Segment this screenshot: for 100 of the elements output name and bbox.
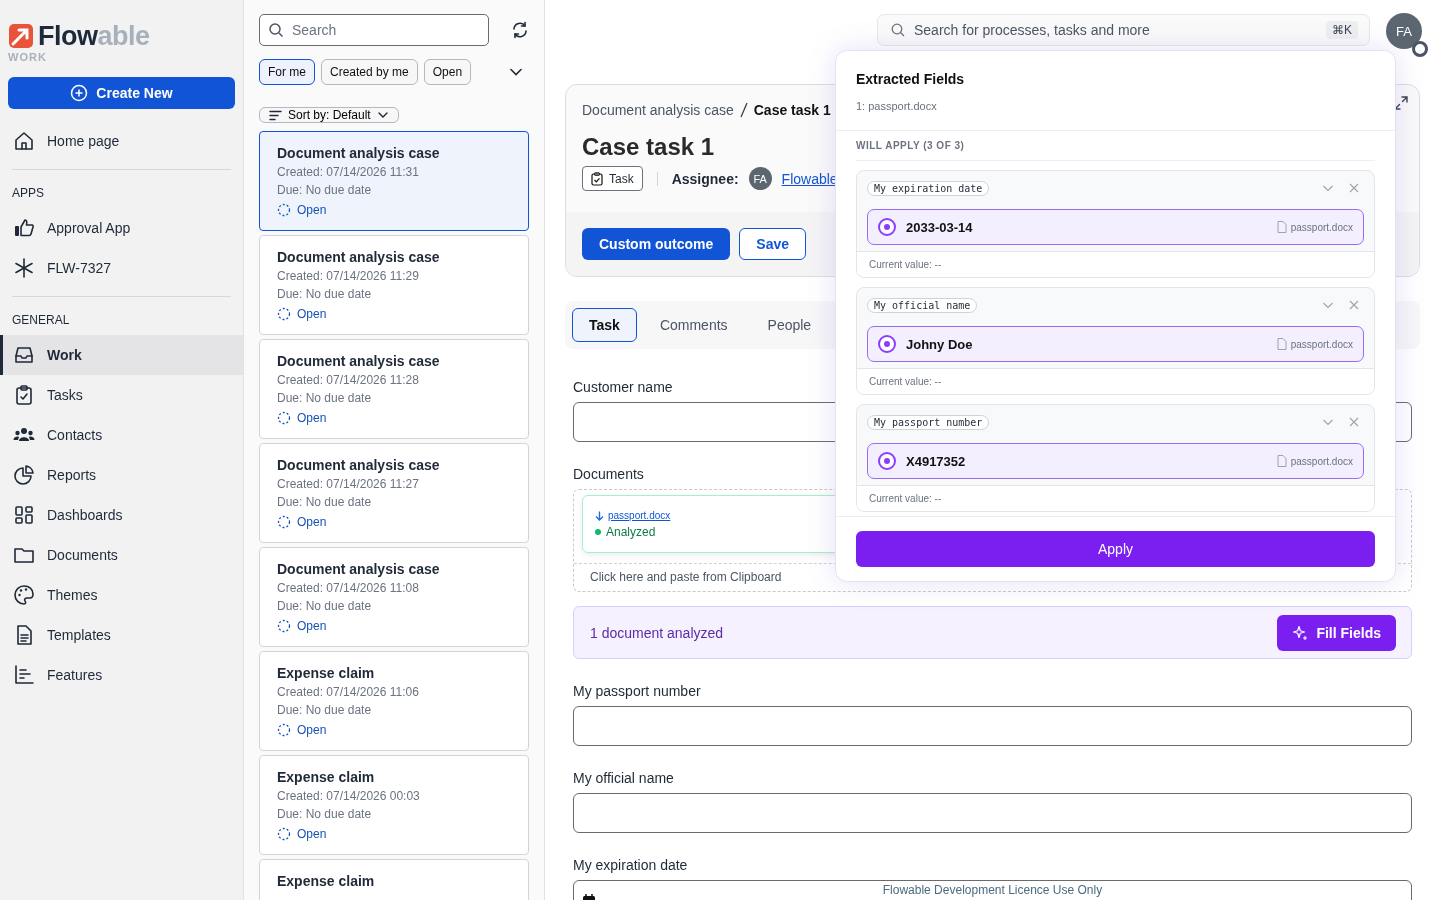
- case-title: Document analysis case: [277, 561, 441, 577]
- dashed-circle-icon: [277, 307, 291, 321]
- refresh-icon[interactable]: [511, 21, 529, 39]
- case-card[interactable]: Expense claim Created: 07/14/2026 11:06 Due: No due date Open: [259, 651, 529, 751]
- create-new-button[interactable]: Create New: [8, 77, 235, 109]
- user-avatar[interactable]: FA: [1386, 13, 1422, 49]
- sort-button[interactable]: Sort by: Default: [259, 107, 399, 123]
- case-card[interactable]: Document analysis case Created: 07/14/2026 11:28 Due: No due date Open: [259, 339, 529, 439]
- source-file: passport.docx: [1290, 221, 1353, 233]
- tab[interactable]: Comments: [642, 308, 745, 342]
- tab[interactable]: People: [750, 308, 829, 342]
- inbox-icon: [13, 344, 35, 366]
- apply-button[interactable]: Apply: [856, 531, 1375, 567]
- clipboard-icon: [13, 384, 35, 406]
- case-title: Expense claim: [277, 873, 376, 889]
- sidebar-item[interactable]: Tasks: [0, 375, 243, 415]
- current-value: Current value: --: [857, 485, 1374, 511]
- field-label: My passport number: [573, 683, 701, 699]
- sparkle-icon: [1292, 624, 1309, 641]
- presence-ring-icon: [1412, 41, 1428, 57]
- analysis-status: Analyzed: [606, 525, 656, 539]
- sidebar-item[interactable]: Themes: [0, 575, 243, 615]
- panel-title: Extracted Fields: [856, 71, 966, 87]
- input-field[interactable]: [573, 793, 1412, 833]
- field-name-tag: My official name: [867, 297, 978, 313]
- field-label: My expiration date: [573, 857, 688, 873]
- save-button[interactable]: Save: [739, 228, 807, 260]
- extracted-value-option[interactable]: X4917352 passport.docx: [867, 443, 1364, 479]
- sidebar-item[interactable]: Home page: [0, 121, 243, 161]
- sidebar-item[interactable]: Approval App: [0, 208, 243, 248]
- sidebar-item[interactable]: Work: [0, 335, 243, 375]
- case-title: Document analysis case: [277, 249, 441, 265]
- sidebar-item[interactable]: Templates: [0, 615, 243, 655]
- created-date: Created: 07/14/2026 11:29: [277, 269, 420, 283]
- slash-icon: [739, 102, 748, 118]
- extracted-value: Johny Doe: [906, 336, 973, 352]
- assignee-link[interactable]: Flowable: [781, 170, 838, 187]
- extracted-value-option[interactable]: 2033-03-14 passport.docx: [867, 209, 1364, 245]
- search-field[interactable]: Search: [259, 14, 489, 46]
- created-date: Created: 07/14/2026 11:27: [277, 477, 420, 491]
- download-icon: [595, 510, 604, 521]
- filter-chip[interactable]: Created by me: [321, 59, 418, 85]
- file-link[interactable]: passport.docx: [595, 510, 671, 521]
- dashed-circle-icon: [277, 723, 291, 737]
- section-heading: WILL APPLY (3 OF 3): [856, 131, 1375, 161]
- case-card[interactable]: Document analysis case Created: 07/14/2026 11:27 Due: No due date Open: [259, 443, 529, 543]
- input-field[interactable]: [573, 706, 1412, 746]
- search-icon: [891, 23, 905, 37]
- field-label: Customer name: [573, 379, 673, 395]
- filter-chip[interactable]: For me: [259, 59, 315, 85]
- radio-button[interactable]: [878, 335, 896, 353]
- breadcrumb-link[interactable]: Document analysis case: [582, 102, 734, 118]
- dashed-circle-icon: [277, 411, 291, 425]
- due-date: Due: No due date: [277, 287, 373, 301]
- created-date: Created: 07/14/2026 11:06: [277, 685, 420, 699]
- extracted-value-option[interactable]: Johny Doe passport.docx: [867, 326, 1364, 362]
- due-date: Due: No due date: [277, 599, 373, 613]
- filter-chip[interactable]: Open: [423, 59, 472, 85]
- fill-fields-button[interactable]: Fill Fields: [1277, 614, 1396, 651]
- status-label: Open: [297, 307, 327, 321]
- current-value: Current value: --: [857, 251, 1374, 277]
- tab[interactable]: Task: [572, 308, 637, 342]
- case-card[interactable]: Expense claim Created: 07/14/2026 00:03 Due: No due date Open: [259, 755, 529, 855]
- current-value: Current value: --: [857, 368, 1374, 394]
- sidebar-item[interactable]: Reports: [0, 455, 243, 495]
- asterisk-icon: [13, 257, 35, 279]
- sidebar-item[interactable]: Contacts: [0, 415, 243, 455]
- home-icon: [13, 130, 35, 152]
- outcome-button[interactable]: Custom outcome: [582, 228, 731, 260]
- thumbs-up-icon: [13, 217, 35, 239]
- case-card[interactable]: Document analysis case Created: 07/14/2026 11:08 Due: No due date Open: [259, 547, 529, 647]
- shortcut-hint: ⌘K: [1326, 21, 1358, 39]
- source-file: passport.docx: [1290, 338, 1353, 350]
- created-date: Created: 07/14/2026 00:03: [277, 789, 421, 803]
- sidebar-item[interactable]: Dashboards: [0, 495, 243, 535]
- breadcrumb-current: Case task 1: [753, 102, 831, 118]
- pie-chart-icon: [13, 464, 35, 486]
- case-card[interactable]: Document analysis case Created: 07/14/2026 11:31 Due: No due date Open: [259, 131, 529, 231]
- task-title: Case task 1: [582, 133, 715, 161]
- created-date: Created: 07/14/2026 11:31: [277, 165, 420, 179]
- sidebar-item[interactable]: Documents: [0, 535, 243, 575]
- due-date: Due: No due date: [277, 183, 373, 197]
- expand-icon[interactable]: [1393, 95, 1409, 111]
- radio-button[interactable]: [878, 452, 896, 470]
- palette-icon: [13, 584, 35, 606]
- bar-chart-icon: [13, 664, 35, 686]
- case-title: Expense claim: [277, 665, 376, 681]
- search-icon: [268, 22, 284, 38]
- clipboard-icon: [591, 171, 603, 186]
- sidebar-item[interactable]: FLW-7327: [0, 248, 243, 288]
- dashed-circle-icon: [277, 619, 291, 633]
- case-title: Document analysis case: [277, 353, 441, 369]
- case-card[interactable]: Document analysis case Created: 07/14/2026 11:29 Due: No due date Open: [259, 235, 529, 335]
- sidebar-item[interactable]: Features: [0, 655, 243, 695]
- case-title: Expense claim: [277, 769, 376, 785]
- source-file: passport.docx: [1290, 455, 1353, 467]
- banner-text: 1 document analyzed: [590, 624, 724, 641]
- dashed-circle-icon: [277, 515, 291, 529]
- radio-button[interactable]: [878, 218, 896, 236]
- case-card[interactable]: Expense claim: [259, 859, 529, 900]
